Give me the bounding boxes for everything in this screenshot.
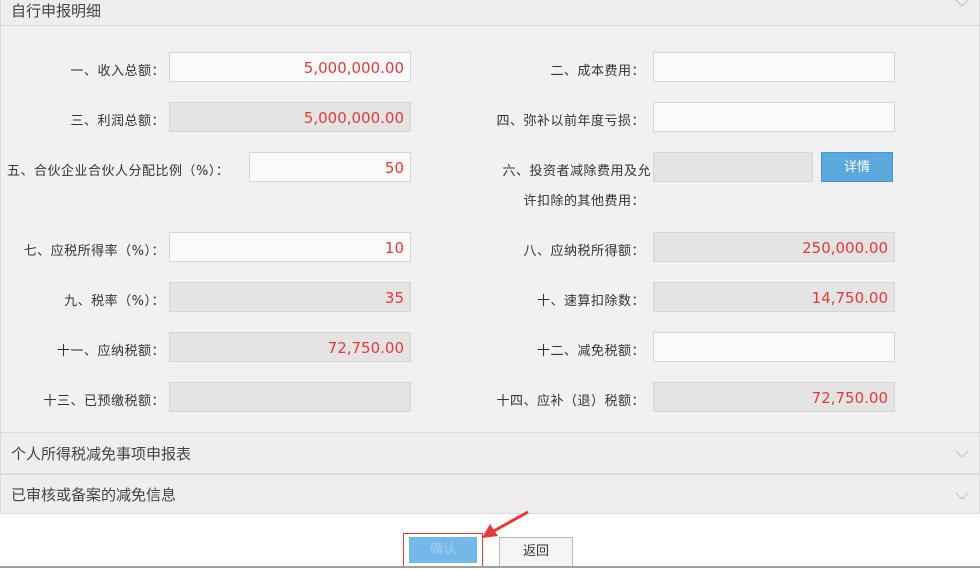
quick-deduction-field: 14,750.00 <box>653 282 895 312</box>
chevron-down-icon[interactable] <box>955 489 969 503</box>
deduction-field <box>653 152 813 182</box>
profit-total-field: 5,000,000.00 <box>169 102 411 132</box>
field-label-tax-reduction: 十二、减免税额： <box>536 344 645 359</box>
field-label-prepaid-tax: 十三、已预缴税额： <box>43 394 165 409</box>
taxable-income-field: 250,000.00 <box>653 232 895 262</box>
detail-button[interactable]: 详情 <box>821 152 893 182</box>
section-title: 已审核或备案的减免信息 <box>11 486 177 504</box>
field-label-tax-rate: 九、税率（%）： <box>64 294 165 309</box>
field-label-tax-refund: 十四、应补（退）税额： <box>496 394 645 409</box>
prior-loss-input[interactable] <box>653 102 895 132</box>
chevron-down-icon[interactable] <box>955 447 969 461</box>
section-title: 自行申报明细 <box>11 2 102 20</box>
field-label-taxable-income: 八、应纳税所得额： <box>523 244 645 259</box>
field-label-profit-total: 三、利润总额： <box>70 114 165 129</box>
section-header-approved-reduction[interactable]: 已审核或备案的减免信息 <box>0 474 980 514</box>
income-total-input[interactable]: 5,000,000.00 <box>169 52 411 82</box>
arrow-icon <box>482 510 529 538</box>
chevron-down-icon[interactable] <box>955 0 969 10</box>
section-header-tax-reduction[interactable]: 个人所得税减免事项申报表 <box>0 432 980 474</box>
section-body-self-declaration: 一、收入总额： 5,000,000.00 二、成本费用： 三、利润总额： 5,0… <box>0 26 980 432</box>
partner-ratio-input[interactable]: 50 <box>249 152 411 182</box>
field-label-taxable-rate: 七、应税所得率（%）： <box>23 244 165 259</box>
prepaid-tax-field <box>169 382 411 412</box>
taxable-rate-input[interactable]: 10 <box>169 232 411 262</box>
tax-rate-field: 35 <box>169 282 411 312</box>
field-label-quick-deduction: 十、速算扣除数： <box>536 294 645 309</box>
field-label-cost: 二、成本费用： <box>550 64 645 79</box>
back-button[interactable]: 返回 <box>499 537 573 567</box>
confirm-highlight-box: 确认 <box>403 533 483 567</box>
tax-refund-field: 72,750.00 <box>653 382 895 412</box>
field-label-deduction-line1: 六、投资者减除费用及允 <box>502 164 651 179</box>
field-label-deduction-line2: 许扣除的其他费用： <box>523 194 645 209</box>
section-title: 个人所得税减免事项申报表 <box>11 445 192 463</box>
field-label-tax-payable: 十一、应纳税额： <box>56 344 165 359</box>
field-label-income-total: 一、收入总额： <box>70 64 165 79</box>
confirm-button[interactable]: 确认 <box>409 537 477 563</box>
field-label-partner-ratio: 五、合伙企业合伙人分配比例（%）： <box>7 164 230 179</box>
tax-reduction-input[interactable] <box>653 332 895 362</box>
section-header-self-declaration[interactable]: 自行申报明细 <box>0 0 980 26</box>
field-label-prior-loss: 四、弥补以前年度亏损： <box>496 114 645 129</box>
page-bottom-divider <box>0 566 980 568</box>
tax-payable-field: 72,750.00 <box>169 332 411 362</box>
cost-input[interactable] <box>653 52 895 82</box>
